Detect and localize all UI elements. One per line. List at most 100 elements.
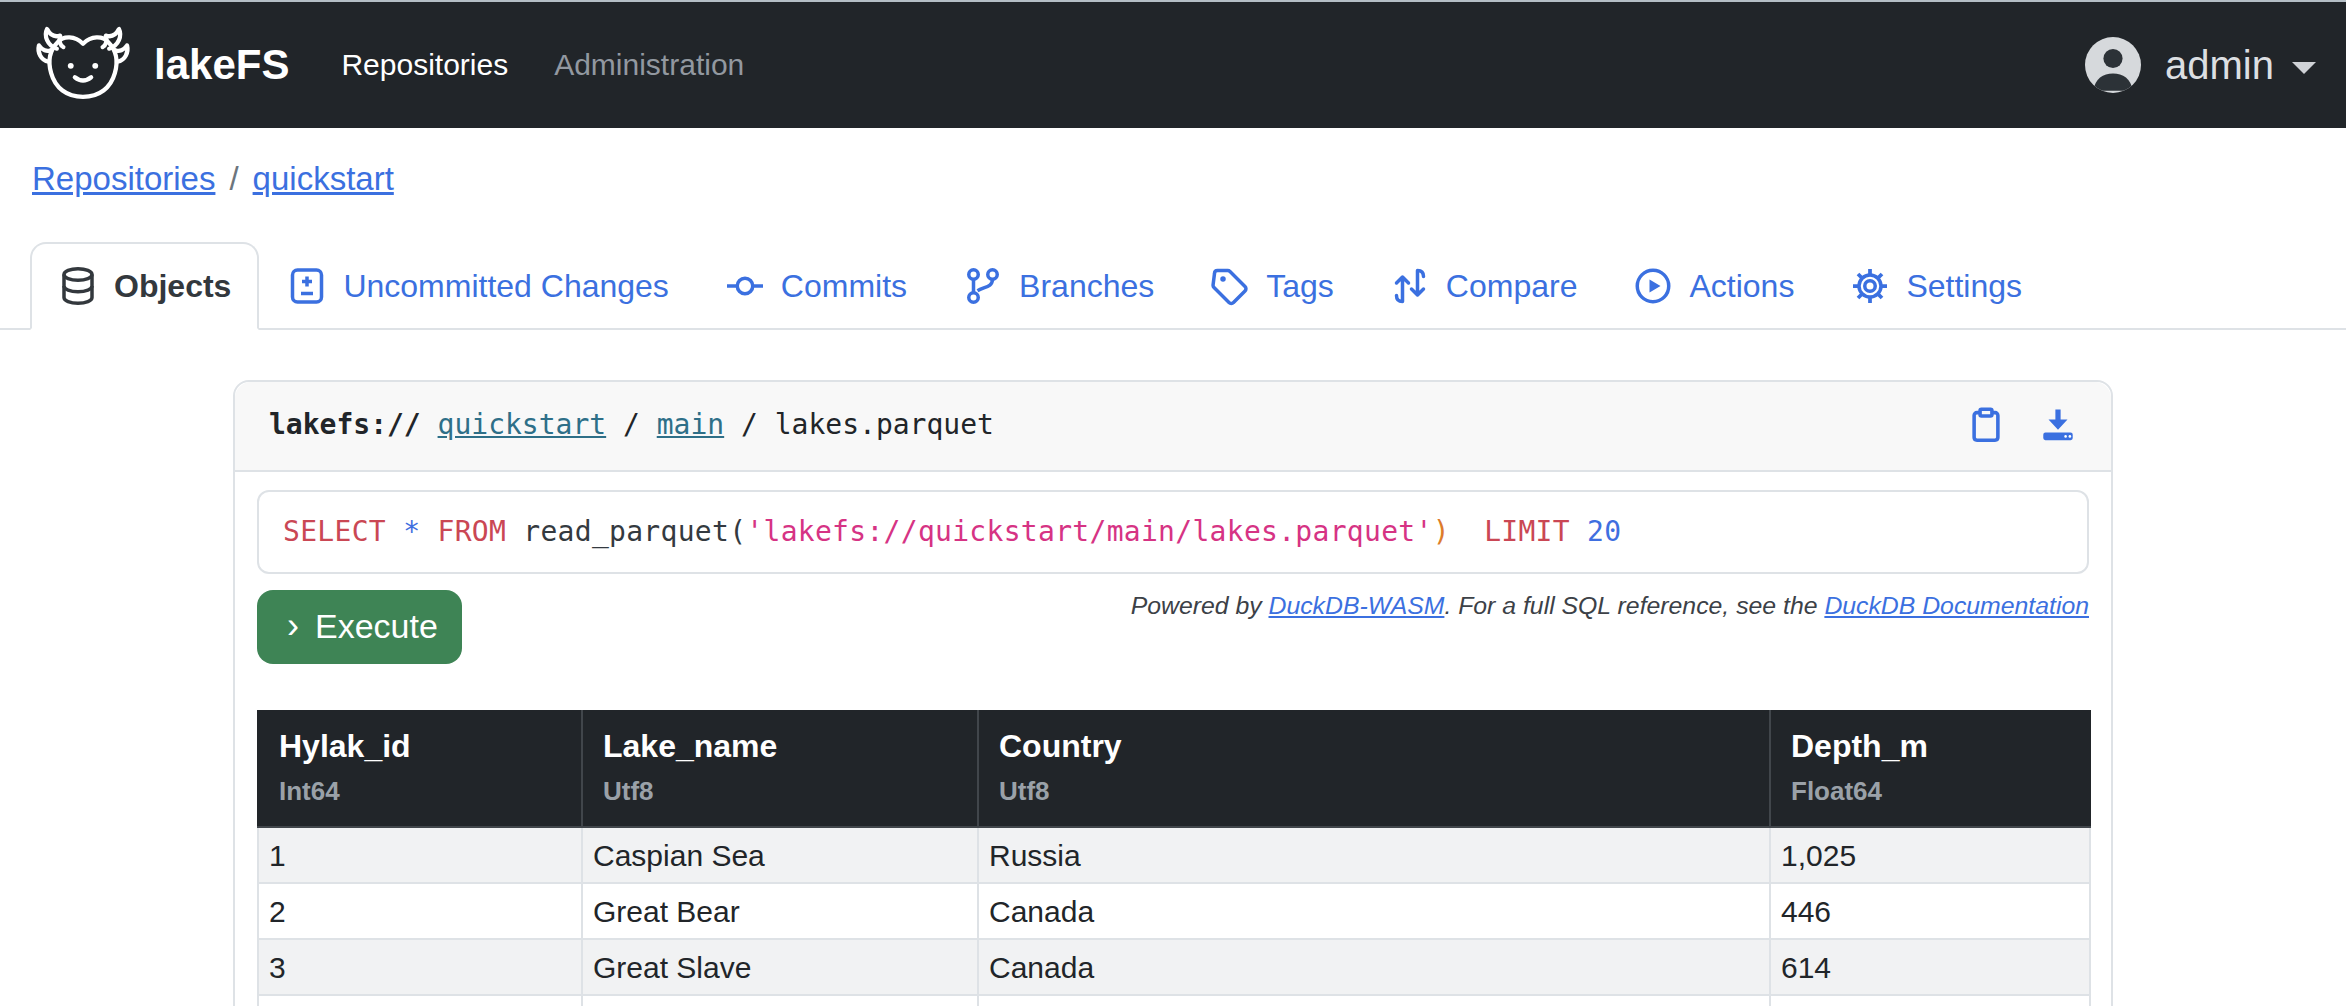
object-viewer-card: lakefs:// quickstart / main / lakes.parq… xyxy=(233,380,2113,1006)
results-table: Hylak_idInt64Lake_nameUtf8CountryUtf8Dep… xyxy=(257,710,2091,1006)
column-type: Utf8 xyxy=(999,776,1749,806)
tab-settings[interactable]: Settings xyxy=(1822,242,2050,330)
execute-row: › Execute Powered by DuckDB-WASM. For a f… xyxy=(257,590,2089,664)
uri-scheme: lakefs:// xyxy=(269,408,421,441)
database-icon xyxy=(58,266,98,306)
table-cell: 446 xyxy=(1770,883,2090,939)
column-header-hylak_id: Hylak_id Int64 xyxy=(258,711,582,827)
user-icon xyxy=(2085,37,2141,93)
sql-token xyxy=(1570,515,1587,548)
tab-tags[interactable]: Tags xyxy=(1182,242,1362,330)
path-separator: / xyxy=(741,408,758,441)
column-header-lake_name: Lake_name Utf8 xyxy=(582,711,978,827)
tab-label: Settings xyxy=(1906,268,2022,305)
navbar-links: Repositories Administration xyxy=(341,48,744,82)
repo-link[interactable]: quickstart xyxy=(438,408,607,441)
column-type: Int64 xyxy=(279,776,561,806)
chevron-down-icon xyxy=(2292,62,2316,74)
table-row: 3Great SlaveCanada614 xyxy=(258,939,2090,995)
sql-token: ) xyxy=(1433,515,1450,548)
table-cell: Russia xyxy=(978,827,1770,883)
table-cell: 2 xyxy=(258,883,582,939)
repo-tabs: Objects Uncommitted Changes Commits Branche… xyxy=(0,242,2346,330)
column-name: Depth_m xyxy=(1791,728,2069,764)
table-cell: Great Bear xyxy=(582,883,978,939)
tag-icon xyxy=(1210,266,1250,306)
tab-label: Commits xyxy=(781,268,907,305)
table-cell: Winnipeg xyxy=(582,995,978,1006)
breadcrumb: Repositories / quickstart xyxy=(0,128,2346,228)
table-cell: 4 xyxy=(258,995,582,1006)
sql-token: 20 xyxy=(1587,515,1621,548)
path-separator: / xyxy=(623,408,640,441)
execute-button[interactable]: › Execute xyxy=(257,590,462,664)
tab-label: Objects xyxy=(114,268,231,305)
breadcrumb-separator: / xyxy=(229,160,238,197)
tab-compare[interactable]: Compare xyxy=(1362,242,1606,330)
copy-icon[interactable] xyxy=(1967,404,2005,446)
table-row: 1Caspian SeaRussia1,025 xyxy=(258,827,2090,883)
brand[interactable]: lakeFS xyxy=(154,41,289,89)
compare-icon xyxy=(1390,266,1430,306)
sql-editor[interactable]: SELECT * FROM read_parquet('lakefs://qui… xyxy=(257,490,2089,574)
sql-token: read_parquet( xyxy=(506,515,746,548)
column-name: Hylak_id xyxy=(279,728,561,764)
avatar[interactable] xyxy=(2085,37,2141,93)
object-viewer-body: SELECT * FROM read_parquet('lakefs://qui… xyxy=(235,472,2111,1006)
column-type: Float64 xyxy=(1791,776,2069,806)
table-row: 4WinnipegCanada36 xyxy=(258,995,2090,1006)
table-cell: Caspian Sea xyxy=(582,827,978,883)
tab-uncommitted-changes[interactable]: Uncommitted Changes xyxy=(259,242,696,330)
table-cell: 614 xyxy=(1770,939,2090,995)
object-name: lakes.parquet xyxy=(775,408,994,441)
note-text: Powered by xyxy=(1131,592,1269,619)
table-cell: Canada xyxy=(978,883,1770,939)
column-name: Lake_name xyxy=(603,728,957,764)
tab-content: lakefs:// quickstart / main / lakes.parq… xyxy=(233,380,2113,1006)
tab-objects[interactable]: Objects xyxy=(30,242,259,330)
column-header-depth_m: Depth_m Float64 xyxy=(1770,711,2090,827)
duckdb-wasm-link[interactable]: DuckDB-WASM xyxy=(1269,592,1445,619)
tab-label: Compare xyxy=(1446,268,1578,305)
tab-branches[interactable]: Branches xyxy=(935,242,1182,330)
tab-actions[interactable]: Actions xyxy=(1605,242,1822,330)
column-type: Utf8 xyxy=(603,776,957,806)
sql-token: LIMIT xyxy=(1484,515,1570,548)
sql-token xyxy=(1450,515,1484,548)
tab-label: Branches xyxy=(1019,268,1154,305)
powered-by-note: Powered by DuckDB-WASM. For a full SQL r… xyxy=(1131,590,2089,622)
tab-label: Uncommitted Changes xyxy=(343,268,668,305)
gear-icon xyxy=(1850,266,1890,306)
sql-token: SELECT xyxy=(283,515,386,548)
table-cell: Canada xyxy=(978,995,1770,1006)
table-cell: Canada xyxy=(978,939,1770,995)
execute-label: Execute xyxy=(315,606,438,646)
branch-link[interactable]: main xyxy=(657,408,724,441)
object-actions xyxy=(1967,404,2077,446)
nav-link-repositories[interactable]: Repositories xyxy=(341,48,508,82)
breadcrumb-link-quickstart[interactable]: quickstart xyxy=(253,160,394,197)
file-diff-icon xyxy=(287,266,327,306)
table-cell: Great Slave xyxy=(582,939,978,995)
lakefs-logo-icon[interactable] xyxy=(34,25,132,105)
note-text: . For a full SQL reference, see the xyxy=(1444,592,1824,619)
nav-link-administration[interactable]: Administration xyxy=(554,48,744,82)
results-header-row: Hylak_idInt64Lake_nameUtf8CountryUtf8Dep… xyxy=(258,711,2090,827)
commit-icon xyxy=(725,266,765,306)
user-menu[interactable]: admin xyxy=(2085,37,2316,93)
tab-label: Actions xyxy=(1689,268,1794,305)
sql-token xyxy=(386,515,403,548)
sql-token xyxy=(420,515,437,548)
download-icon[interactable] xyxy=(2039,404,2077,446)
duckdb-docs-link[interactable]: DuckDB Documentation xyxy=(1824,592,2089,619)
chevron-right-icon: › xyxy=(287,606,299,646)
user-menu-label[interactable]: admin xyxy=(2165,43,2274,88)
table-row: 2Great BearCanada446 xyxy=(258,883,2090,939)
play-circle-icon xyxy=(1633,266,1673,306)
breadcrumb-link-repositories[interactable]: Repositories xyxy=(32,160,215,197)
tab-label: Tags xyxy=(1266,268,1334,305)
table-cell: 1,025 xyxy=(1770,827,2090,883)
table-cell: 36 xyxy=(1770,995,2090,1006)
table-cell: 3 xyxy=(258,939,582,995)
tab-commits[interactable]: Commits xyxy=(697,242,935,330)
